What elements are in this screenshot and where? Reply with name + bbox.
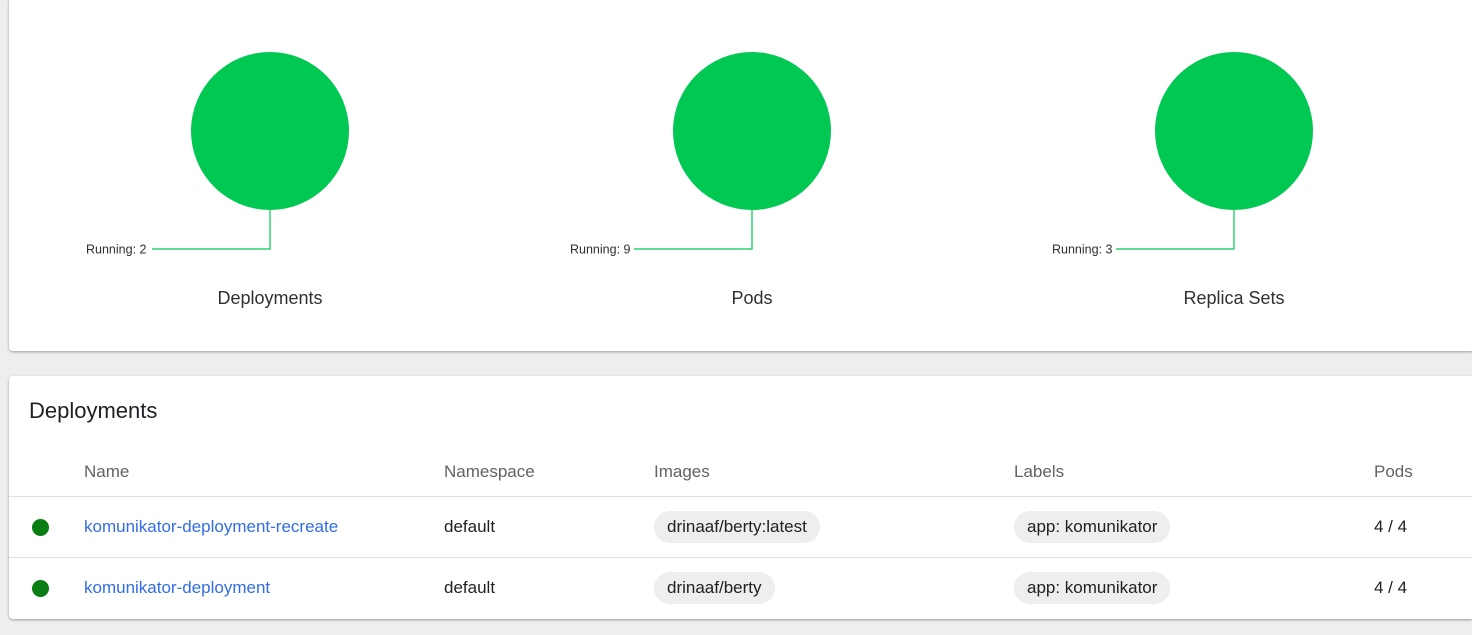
namespace-cell: default [444,578,496,597]
deployments-status-chart[interactable]: Running: 2 Deployments [86,0,430,320]
deployments-label-leader [152,210,271,250]
images-column-header: Images [654,448,1014,497]
deployments-table: Name Namespace Images Labels Pods komuni… [9,448,1472,618]
images-cell: drinaaf/berty [654,558,1014,619]
replica-sets-running-slice[interactable] [1155,52,1313,210]
workload-status-card: Running: 2 Deployments Running: 9 Pods R… [9,0,1472,351]
labels-cell: app: komunikator [1014,496,1374,558]
deployments-card-title: Deployments [29,398,158,423]
deployments-card: Deployments Name Namespace Images Labels… [9,376,1472,619]
pods-status-chart[interactable]: Running: 9 Pods [570,0,912,320]
namespace-cell: default [444,496,654,558]
pods-pie-svg[interactable]: Running: 9 [570,0,912,320]
status-column-header [9,448,84,497]
replica-sets-chart-caption: Replica Sets [1183,288,1285,308]
label-chip: app: komunikator [1014,572,1171,604]
name-cell: komunikator-deployment-recreate [84,496,444,558]
replica-sets-label-leader [1116,210,1235,250]
pods-running-slice[interactable] [673,52,831,210]
pods-label-leader [634,210,753,250]
name-cell: komunikator-deployment [84,558,444,619]
replica-sets-status-chart[interactable]: Running: 3 Replica Sets [1052,0,1394,320]
pods-column-header: Pods [1374,448,1472,497]
status-cell [9,496,84,558]
deployment-name-link[interactable]: komunikator-deployment [84,578,270,597]
image-chip: drinaaf/berty:latest [654,511,820,543]
image-chip: drinaaf/berty [654,572,775,604]
running-status-icon [32,519,49,537]
pods-cell: 4 / 4 [1374,496,1472,558]
table-row: komunikator-deployment default drinaaf/b… [9,558,1472,619]
namespace-column-header[interactable]: Namespace [444,448,654,497]
status-cell [9,558,84,619]
replica-sets-running-label: Running: 3 [1052,243,1113,257]
labels-cell: app: komunikator [1014,558,1374,619]
images-cell: drinaaf/berty:latest [654,496,1014,558]
replica-sets-pie-svg[interactable]: Running: 3 [1052,0,1394,320]
deployments-pie-svg[interactable]: Running: 2 [86,0,430,320]
table-row: komunikator-deployment-recreate default … [9,496,1472,558]
label-chip: app: komunikator [1014,511,1171,543]
name-column-header[interactable]: Name [84,448,444,497]
table-header-row: Name Namespace Images Labels Pods [9,448,1472,497]
deployments-chart-caption: Deployments [217,288,323,308]
deployment-name-link[interactable]: komunikator-deployment-recreate [84,517,338,536]
deployments-running-label: Running: 2 [86,243,147,257]
pods-running-label: Running: 9 [570,243,631,257]
pods-cell: 4 / 4 [1374,578,1408,597]
deployments-running-slice[interactable] [191,52,349,210]
running-status-icon [32,580,49,598]
labels-column-header: Labels [1014,448,1374,497]
pods-chart-caption: Pods [731,288,773,308]
